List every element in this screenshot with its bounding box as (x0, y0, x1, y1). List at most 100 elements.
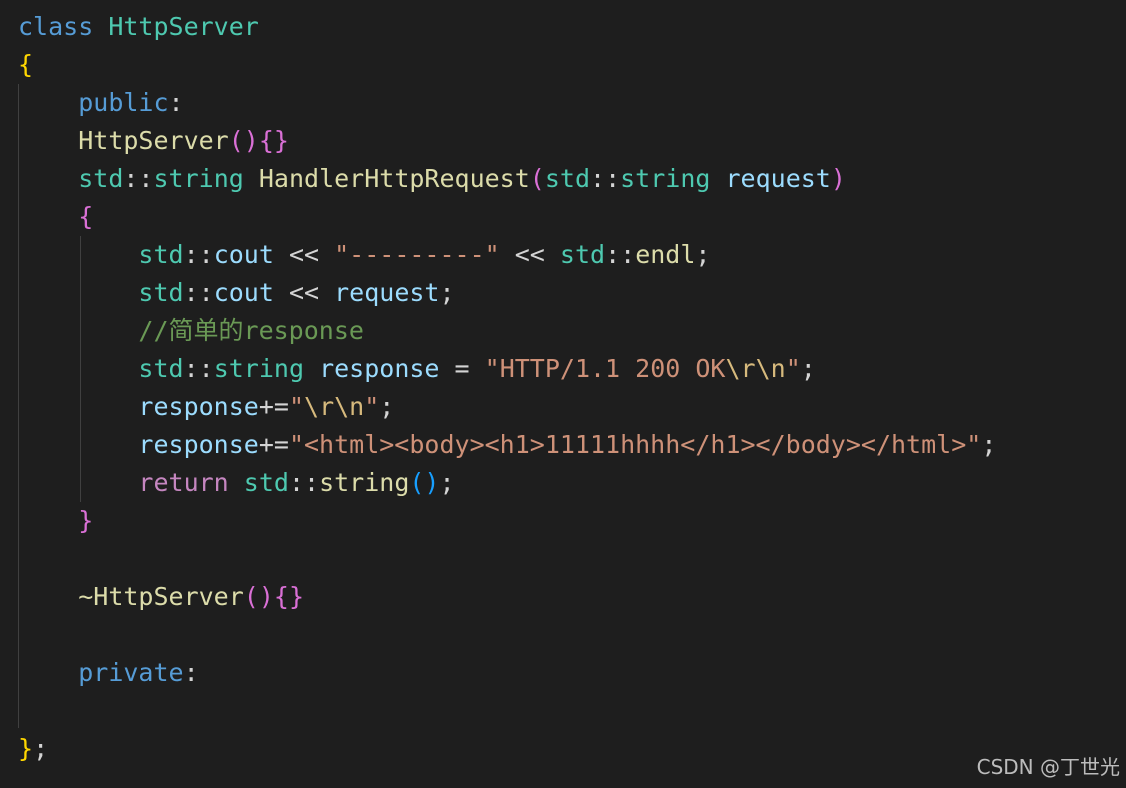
token-type: std (78, 164, 124, 193)
token-type: std (138, 240, 184, 269)
code-line-handler-open-brace[interactable]: { (18, 198, 93, 236)
token-str: "---------" (334, 240, 500, 269)
code-line-private-label[interactable]: private: (18, 654, 198, 692)
token-op (18, 240, 138, 269)
code-line-cout-request[interactable]: std::cout << request; (18, 274, 454, 312)
code-line-ctor[interactable]: HttpServer(){} (18, 122, 289, 160)
token-var: response (138, 430, 259, 459)
code-line-class-open-brace[interactable]: { (18, 46, 33, 84)
token-op: :: (605, 240, 636, 269)
token-fn: HttpServer (78, 126, 229, 155)
token-fn: string (319, 468, 410, 497)
token-b1: { (18, 50, 34, 79)
watermark: CSDN @丁世光 (976, 755, 1120, 779)
code-line-class-decl[interactable]: class HttpServer (18, 8, 259, 46)
token-op: << (273, 240, 335, 269)
token-b2: {} (258, 126, 289, 155)
code-line-return-stmt[interactable]: return std::string(); (18, 464, 455, 502)
token-type: std (138, 278, 184, 307)
token-b2: () (243, 582, 274, 611)
token-op (18, 278, 138, 307)
token-esc: \r\n (725, 354, 786, 383)
token-type: HttpServer (108, 12, 259, 41)
token-op (18, 468, 138, 497)
token-kw: class (18, 12, 94, 41)
token-op: :: (590, 164, 621, 193)
code-line-public-label[interactable]: public: (18, 84, 184, 122)
code-line-response-crlf[interactable]: response+="\r\n"; (18, 388, 394, 426)
code-line-handler-signature[interactable]: std::string HandlerHttpRequest(std::stri… (18, 160, 846, 198)
token-var: request (725, 164, 831, 193)
token-op (18, 506, 78, 535)
code-line-dtor[interactable]: ~HttpServer(){} (18, 578, 304, 616)
token-var: request (334, 278, 440, 307)
token-cmt: //简单的response (138, 316, 364, 345)
token-type: std (544, 164, 591, 193)
token-type: string (153, 164, 244, 193)
token-type: std (559, 240, 606, 269)
token-esc: \r\n (304, 392, 365, 421)
token-op: << (273, 278, 335, 307)
token-op: :: (183, 278, 214, 307)
token-var: response (138, 392, 259, 421)
token-op: += (258, 392, 289, 421)
token-op: :: (183, 354, 214, 383)
token-op: : (168, 88, 184, 117)
token-op (710, 164, 725, 193)
token-kw: private (78, 658, 184, 687)
token-str: "HTTP/1.1 200 OK (484, 354, 726, 383)
code-line-handler-close-brace[interactable]: } (18, 502, 93, 540)
token-fn: ~HttpServer (78, 582, 244, 611)
code-line-response-body[interactable]: response+="<html><body><h1>11111hhhh</h1… (18, 426, 996, 464)
token-op: ; (33, 734, 49, 763)
token-op (18, 582, 78, 611)
token-fn: HandlerHttpRequest (258, 164, 530, 193)
token-b3: () (409, 468, 440, 497)
token-op (244, 164, 259, 193)
token-op: ; (800, 354, 816, 383)
token-op: ; (981, 430, 997, 459)
token-op: ; (379, 392, 395, 421)
token-op: :: (288, 468, 320, 497)
token-str: " (785, 354, 801, 383)
token-op (18, 316, 138, 345)
token-type: string (620, 164, 711, 193)
token-type: std (138, 354, 184, 383)
token-op (18, 354, 138, 383)
token-op (18, 88, 78, 117)
token-b2: } (78, 506, 94, 535)
token-op (18, 164, 78, 193)
token-b2: () (228, 126, 259, 155)
token-b2: ( (529, 164, 545, 193)
code-line-class-close[interactable]: }; (18, 730, 48, 768)
code-line-comment[interactable]: //简单的response (18, 312, 364, 350)
token-type: std (243, 468, 289, 497)
code-editor[interactable]: class HttpServer{ public: HttpServer(){}… (0, 0, 1126, 788)
code-line-cout-separator[interactable]: std::cout << "---------" << std::endl; (18, 236, 710, 274)
token-op (304, 354, 319, 383)
token-op: = (439, 354, 485, 383)
token-b2: {} (273, 582, 305, 611)
token-b1: } (18, 734, 34, 763)
token-var: cout (213, 240, 274, 269)
token-op: :: (123, 164, 154, 193)
token-op (18, 126, 78, 155)
token-str: "<html><body><h1>11111hhhh</h1></body></… (288, 430, 982, 459)
token-op: ; (695, 240, 711, 269)
token-op: += (258, 430, 289, 459)
token-b2: ) (830, 164, 846, 193)
token-op: ; (439, 468, 455, 497)
token-str: " (288, 392, 305, 421)
token-op (229, 468, 244, 497)
token-op (93, 12, 108, 41)
token-op (18, 392, 138, 421)
token-type: string (213, 354, 304, 383)
token-op: << (499, 240, 560, 269)
token-fn: endl (635, 240, 696, 269)
code-line-response-decl[interactable]: std::string response = "HTTP/1.1 200 OK\… (18, 350, 816, 388)
token-kw: public (78, 88, 169, 117)
token-str: " (364, 392, 380, 421)
token-b2: { (78, 202, 94, 231)
token-op (18, 202, 78, 231)
token-var: cout (213, 278, 274, 307)
